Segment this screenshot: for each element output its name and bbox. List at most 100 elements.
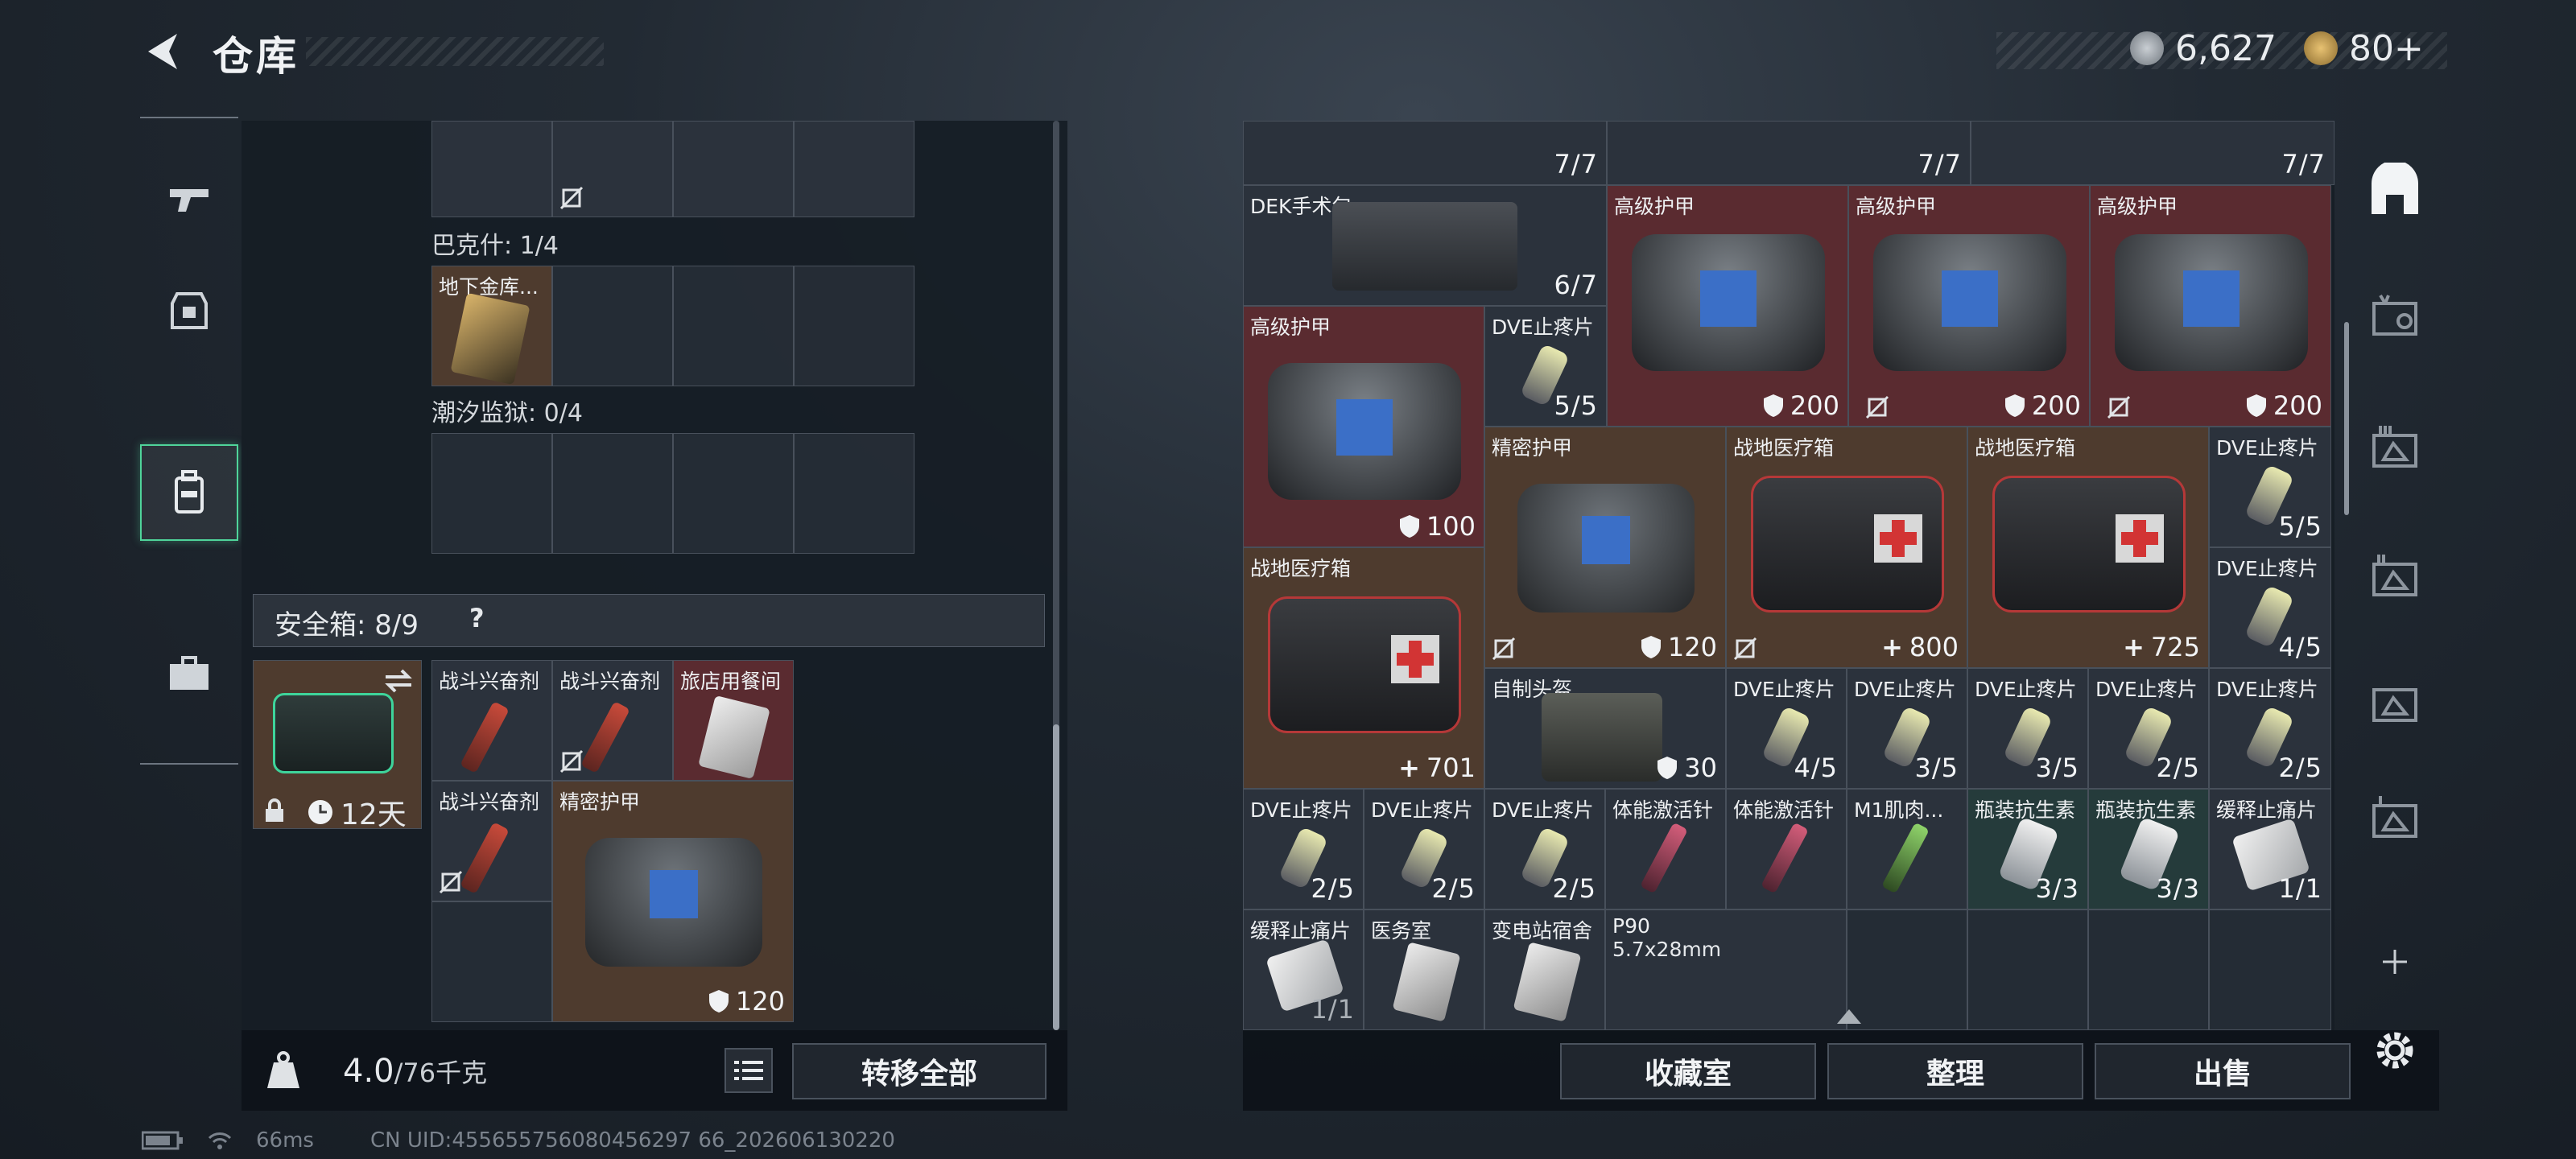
warehouse-item[interactable]: DVE止疼片 4/5 bbox=[1726, 668, 1847, 789]
warehouse-item[interactable]: DVE止疼片 2/5 bbox=[2209, 668, 2331, 789]
warehouse-item[interactable]: 7/7 bbox=[1243, 121, 1607, 185]
storage-tab-1[interactable] bbox=[2351, 773, 2439, 861]
swap-icon[interactable] bbox=[382, 669, 415, 693]
safe-box-tile[interactable]: 12天 bbox=[253, 660, 422, 831]
item-label: P90 bbox=[1612, 915, 1650, 938]
warehouse-item[interactable]: 7/7 bbox=[1971, 121, 2334, 185]
empty-slot[interactable] bbox=[2209, 909, 2331, 1030]
warehouse-item[interactable]: 医务室 bbox=[1364, 909, 1484, 1030]
storage-tab-2[interactable] bbox=[2351, 657, 2439, 745]
empty-slot[interactable] bbox=[673, 433, 794, 554]
warehouse-item[interactable]: P90 5.7x28mm bbox=[1605, 909, 1847, 1030]
warehouse-item[interactable]: 7/7 bbox=[1607, 121, 1971, 185]
storage-tab-4[interactable] bbox=[2351, 531, 2439, 620]
stimulant-image bbox=[580, 701, 630, 773]
collection-button[interactable]: 收藏室 bbox=[1560, 1043, 1816, 1099]
left-category-sidebar bbox=[140, 117, 238, 765]
storage-tab-3[interactable] bbox=[2351, 402, 2439, 491]
warehouse-item[interactable]: DVE止疼片 3/5 bbox=[1967, 668, 2088, 789]
safe-item[interactable]: 旅店用餐间 bbox=[673, 660, 794, 781]
warehouse-item[interactable]: DVE止疼片 3/5 bbox=[1847, 668, 1967, 789]
warehouse-item[interactable]: 战地医疗箱 +800 bbox=[1726, 427, 1967, 668]
tab-backpack[interactable] bbox=[140, 444, 238, 541]
no-sell-icon bbox=[559, 749, 584, 773]
keycard-slot[interactable] bbox=[673, 121, 794, 217]
warehouse-item[interactable]: 体能激活针 bbox=[1605, 789, 1726, 909]
section-label-prison: 潮汐监狱: 0/4 bbox=[431, 399, 583, 427]
warehouse-item[interactable]: 自制头盔 30 bbox=[1484, 668, 1726, 789]
storage-main-tab[interactable] bbox=[2351, 146, 2439, 235]
item-label: DVE止疼片 bbox=[1371, 798, 1473, 822]
sort-button[interactable]: 整理 bbox=[1827, 1043, 2083, 1099]
storage-box-icon bbox=[2372, 426, 2417, 468]
warehouse-item[interactable]: DVE止疼片 2/5 bbox=[1364, 789, 1484, 909]
empty-slot[interactable] bbox=[794, 433, 914, 554]
expand-up-icon[interactable] bbox=[1835, 1008, 1863, 1025]
empty-slot[interactable] bbox=[1847, 909, 1967, 1030]
warehouse-item[interactable]: 精密护甲 120 bbox=[1484, 427, 1726, 668]
armor-plate bbox=[1336, 399, 1393, 456]
empty-slot[interactable] bbox=[794, 266, 914, 386]
warehouse-item[interactable]: 变电站宿舍 bbox=[1484, 909, 1605, 1030]
warehouse-item[interactable]: 高级护甲 200 bbox=[2090, 185, 2331, 427]
safe-item[interactable]: 战斗兴奋剂 bbox=[431, 660, 552, 781]
scrollbar-thumb[interactable] bbox=[1053, 724, 1059, 1030]
warehouse-item[interactable]: 瓶装抗生素 3/3 bbox=[2088, 789, 2209, 909]
warehouse-item[interactable]: M1肌肉... bbox=[1847, 789, 1967, 909]
warehouse-item[interactable]: 高级护甲 200 bbox=[1607, 185, 1848, 427]
warehouse-item[interactable]: 缓释止痛片 1/1 bbox=[2209, 789, 2331, 909]
item-count: 4/5 bbox=[2278, 632, 2322, 662]
safe-item[interactable]: 精密护甲 120 bbox=[552, 781, 794, 1022]
empty-slot[interactable] bbox=[673, 266, 794, 386]
keycard-slot[interactable] bbox=[431, 121, 552, 217]
warehouse-item[interactable]: 高级护甲 200 bbox=[1848, 185, 2090, 427]
warehouse-item[interactable]: 高级护甲 100 bbox=[1243, 306, 1484, 547]
warehouse-item[interactable]: DVE止疼片 5/5 bbox=[1484, 306, 1607, 427]
empty-slot[interactable] bbox=[552, 266, 673, 386]
safe-item[interactable]: 战斗兴奋剂 bbox=[431, 781, 552, 901]
warehouse-item[interactable]: 缓释止痛片 1/1 bbox=[1243, 909, 1364, 1030]
empty-slot[interactable] bbox=[2088, 909, 2209, 1030]
empty-slot[interactable] bbox=[431, 901, 552, 1022]
keycard-slot[interactable] bbox=[552, 121, 673, 217]
item-label: DVE止疼片 bbox=[2216, 557, 2318, 580]
armor-image bbox=[1632, 234, 1825, 371]
tab-equipment[interactable] bbox=[140, 262, 238, 358]
safe-item[interactable]: 战斗兴奋剂 bbox=[552, 660, 673, 781]
warehouse-item[interactable]: DVE止疼片 2/5 bbox=[1243, 789, 1364, 909]
add-storage-button[interactable] bbox=[2351, 918, 2439, 1006]
empty-slot[interactable] bbox=[1967, 909, 2088, 1030]
warehouse-item[interactable]: DVE止疼片 2/5 bbox=[1484, 789, 1605, 909]
currency-secondary[interactable]: 80+ bbox=[2304, 24, 2424, 72]
tab-weapons[interactable] bbox=[140, 151, 238, 247]
warehouse-grid-panel: 7/7 7/7 7/7 DEK手术包 6/7 高级护甲 200 高级护甲 200… bbox=[1243, 121, 2334, 1030]
keycard-item[interactable]: 地下金库... bbox=[431, 266, 552, 386]
warehouse-item[interactable]: 体能激活针 bbox=[1726, 789, 1847, 909]
keycard-slot[interactable] bbox=[794, 121, 914, 217]
help-icon[interactable]: ? bbox=[469, 603, 485, 633]
transfer-all-button[interactable]: 转移全部 bbox=[792, 1043, 1046, 1099]
warehouse-item[interactable]: 战地医疗箱 +701 bbox=[1243, 547, 1484, 789]
storage-tab-5[interactable] bbox=[2351, 270, 2439, 359]
shield-icon bbox=[1657, 757, 1678, 779]
durability-value: 200 bbox=[2031, 390, 2081, 421]
tab-case[interactable] bbox=[140, 625, 238, 722]
warehouse-item[interactable]: DVE止疼片 4/5 bbox=[2209, 547, 2331, 668]
section-label-bakeshi: 巴克什: 1/4 bbox=[431, 232, 559, 260]
back-arrow-icon[interactable] bbox=[142, 29, 187, 74]
settings-button[interactable] bbox=[2351, 1006, 2439, 1095]
empty-slot[interactable] bbox=[431, 433, 552, 554]
warehouse-item[interactable]: 战地医疗箱 +725 bbox=[1967, 427, 2209, 668]
warehouse-item[interactable]: DVE止疼片 5/5 bbox=[2209, 427, 2331, 547]
warehouse-item[interactable]: DEK手术包 6/7 bbox=[1243, 185, 1607, 306]
sell-button[interactable]: 出售 bbox=[2095, 1043, 2351, 1099]
warehouse-item[interactable]: DVE止疼片 2/5 bbox=[2088, 668, 2209, 789]
empty-slot[interactable] bbox=[552, 433, 673, 554]
warehouse-item[interactable]: 瓶装抗生素 3/3 bbox=[1967, 789, 2088, 909]
left-footer: 4.0/76千克 转移全部 bbox=[242, 1030, 1067, 1111]
list-view-button[interactable] bbox=[724, 1048, 773, 1093]
surgery-kit-image bbox=[1332, 202, 1517, 291]
right-scrollbar[interactable] bbox=[2344, 322, 2349, 515]
item-label: DVE止疼片 bbox=[1492, 316, 1594, 339]
item-count: 2/5 bbox=[2278, 753, 2322, 783]
